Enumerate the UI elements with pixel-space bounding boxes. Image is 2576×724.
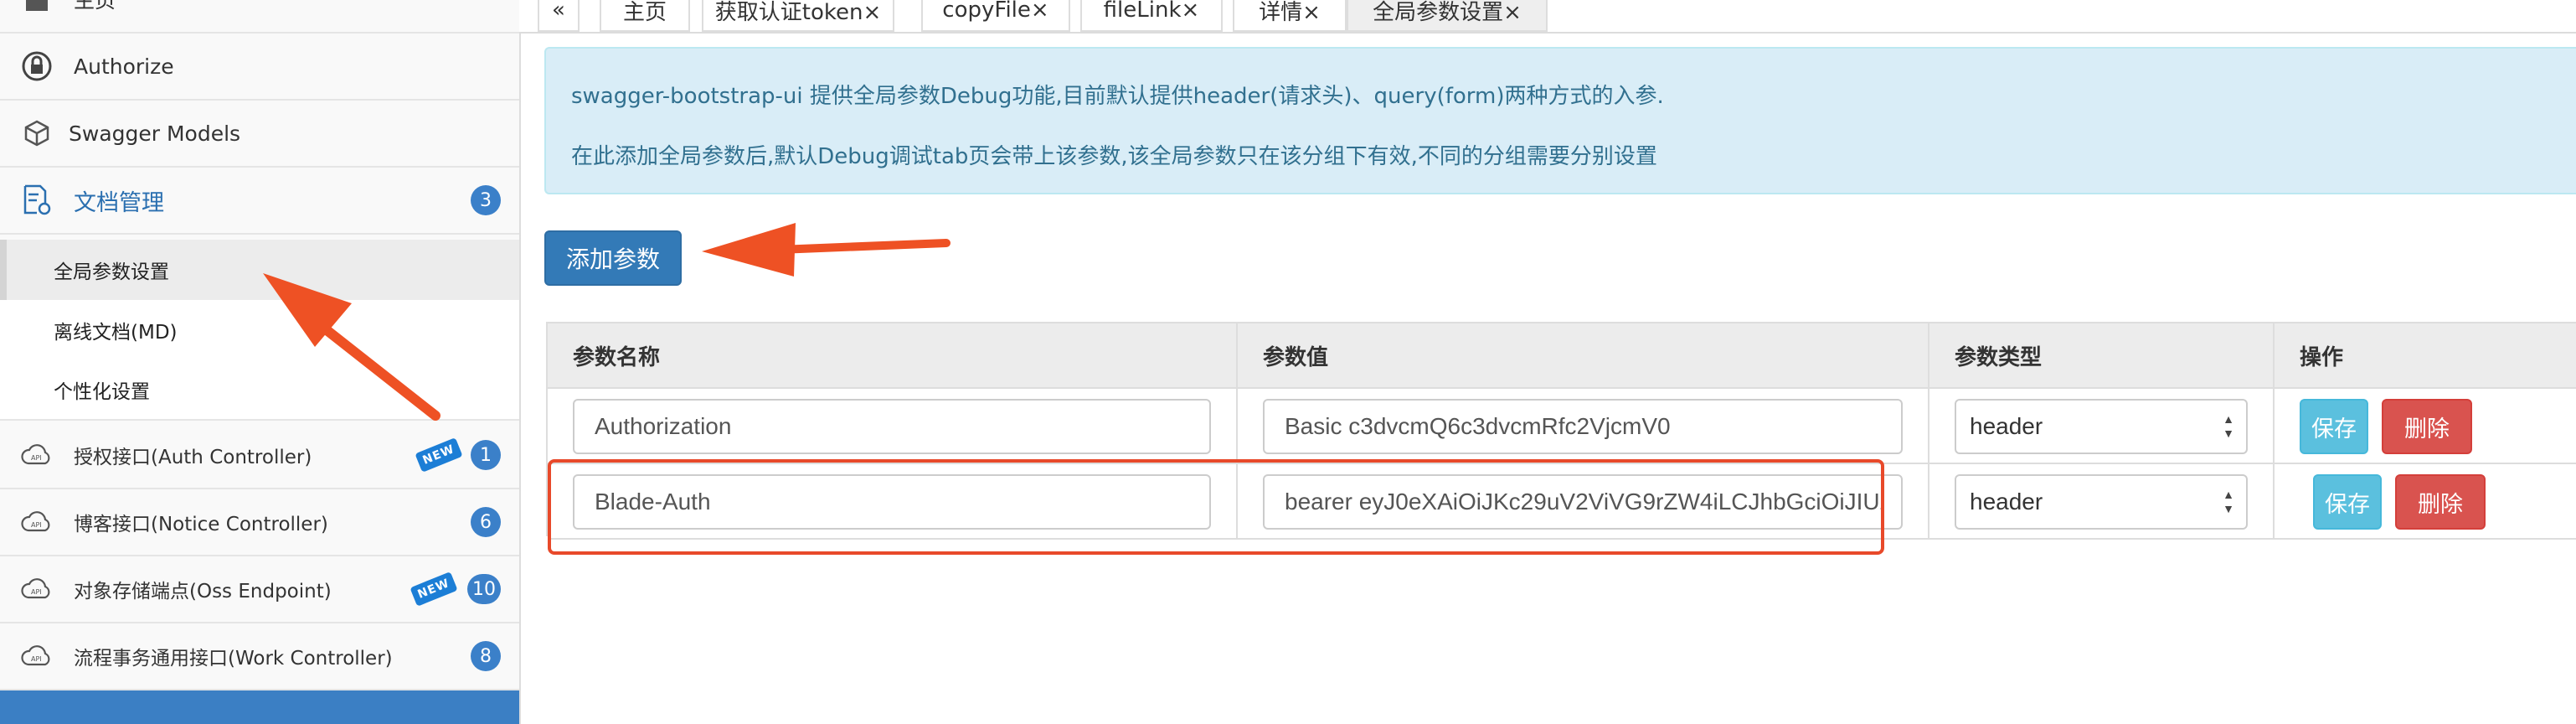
tab-filelink[interactable]: fileLink× <box>1080 0 1223 32</box>
sidebar-item-swagger-models[interactable]: Swagger Models <box>0 101 519 168</box>
sidebar-item-authorize[interactable]: Authorize <box>0 34 519 101</box>
param-type-select[interactable]: header ▲ ▼ <box>1955 399 2248 454</box>
tab-global-params[interactable]: 全局参数设置× <box>1347 0 1548 32</box>
sidebar-sub-label: 离线文档(MD) <box>54 322 178 344</box>
param-value-input[interactable] <box>1263 399 1903 454</box>
table-cell: header ▲ ▼ <box>1929 389 2275 464</box>
table-header-value: 参数值 <box>1238 323 1929 389</box>
sidebar-item-label: Swagger Models <box>69 121 241 146</box>
sidebar-sub-global-params[interactable]: 全局参数设置 <box>0 240 519 300</box>
svg-text:API: API <box>31 521 42 529</box>
count-badge: 10 <box>467 574 501 604</box>
params-table: 参数名称 参数值 参数类型 操作 header ▲▼ 保存 删除 header … <box>546 322 2576 540</box>
cloud-api-icon: API <box>20 505 54 539</box>
info-alert: swagger-bootstrap-ui 提供全局参数Debug功能,目前默认提… <box>544 47 2576 194</box>
tab-get-token[interactable]: 获取认证token× <box>702 0 894 32</box>
param-value-input[interactable] <box>1263 474 1903 530</box>
param-name-input[interactable] <box>573 474 1211 530</box>
table-header-actions: 操作 <box>2275 323 2576 389</box>
sidebar-item-label: 主页 <box>74 0 116 13</box>
home-icon <box>20 0 54 16</box>
lock-icon <box>20 49 54 83</box>
delete-button[interactable]: 删除 <box>2395 474 2486 530</box>
annotation-arrow-button <box>702 223 951 277</box>
count-badge: 1 <box>471 440 501 470</box>
sidebar-item-label: 博客接口(Notice Controller) <box>74 514 328 535</box>
new-tag: NEW <box>410 571 458 607</box>
param-type-select[interactable]: header ▲ ▼ <box>1955 474 2248 530</box>
cloud-api-icon: API <box>20 572 54 606</box>
sidebar-item-home[interactable]: 主页 <box>0 0 519 34</box>
sidebar-item-label: 文档管理 <box>74 189 164 216</box>
svg-text:API: API <box>31 454 42 462</box>
new-tag: NEW <box>415 437 463 473</box>
sidebar-item-label: 对象存储端点(Oss Endpoint) <box>74 581 332 602</box>
sidebar-bottom-bar <box>0 690 519 724</box>
sidebar-sub-label: 个性化设置 <box>54 381 150 403</box>
save-button[interactable]: 保存 <box>2313 474 2382 530</box>
sidebar-item-label: 流程事务通用接口(Work Controller) <box>74 648 393 670</box>
info-line-2: 在此添加全局参数后,默认Debug调试tab页会带上该参数,该全局参数只在该分组… <box>571 144 1657 169</box>
sidebar-item-doc-management[interactable]: 文档管理 3 <box>0 168 519 235</box>
delete-button[interactable]: 删除 <box>2382 399 2472 454</box>
sidebar-item-oss-endpoint[interactable]: API 对象存储端点(Oss Endpoint) NEW 10 <box>0 556 519 623</box>
table-header-name: 参数名称 <box>548 323 1238 389</box>
count-badge: 6 <box>471 507 501 537</box>
save-button[interactable]: 保存 <box>2300 399 2368 454</box>
sidebar-item-label: 授权接口(Auth Controller) <box>74 447 312 468</box>
table-cell <box>1238 389 1929 464</box>
sidebar-sub-personalize[interactable]: 个性化设置 <box>0 360 519 421</box>
sidebar: 主页 Authorize Swagger Models 文档管理 3 全局参数设… <box>0 0 521 724</box>
sidebar-sub-label: 全局参数设置 <box>54 261 169 283</box>
table-row <box>548 464 1238 540</box>
sidebar-item-label: Authorize <box>74 54 174 79</box>
sidebar-sub-offline-doc[interactable]: 离线文档(MD) <box>0 300 519 360</box>
table-cell <box>1238 464 1929 540</box>
tab-collapse-button[interactable]: « <box>538 0 580 32</box>
tab-home[interactable]: 主页 <box>600 0 690 32</box>
table-header-type: 参数类型 <box>1929 323 2275 389</box>
tab-bar: « 主页 获取认证token× copyFile× fileLink× 详情× … <box>519 0 2576 34</box>
svg-text:API: API <box>31 655 42 663</box>
tab-detail[interactable]: 详情× <box>1233 0 1347 32</box>
svg-text:API: API <box>31 588 42 596</box>
select-arrows-icon: ▲ ▼ <box>2223 488 2234 515</box>
select-value: header <box>1970 413 2043 439</box>
document-settings-icon <box>20 184 54 217</box>
table-cell: 保存 删除 <box>2275 389 2576 464</box>
table-row <box>548 389 1238 464</box>
select-arrows-icon: ▲ ▼ <box>2223 412 2234 440</box>
param-name-input[interactable] <box>573 399 1211 454</box>
add-param-button[interactable]: 添加参数 <box>544 230 682 286</box>
cloud-api-icon: API <box>20 438 54 472</box>
count-badge: 3 <box>471 185 501 215</box>
count-badge: 8 <box>471 641 501 671</box>
info-line-1: swagger-bootstrap-ui 提供全局参数Debug功能,目前默认提… <box>571 84 1664 109</box>
sidebar-item-auth-controller[interactable]: API 授权接口(Auth Controller) NEW 1 <box>0 422 519 489</box>
sidebar-item-notice-controller[interactable]: API 博客接口(Notice Controller) 6 <box>0 489 519 556</box>
table-cell: header ▲ ▼ <box>1929 464 2275 540</box>
cloud-api-icon: API <box>20 639 54 673</box>
select-value: header <box>1970 489 2043 515</box>
tab-copyfile[interactable]: copyFile× <box>921 0 1070 32</box>
table-cell: 保存 删除 <box>2275 464 2576 540</box>
sidebar-item-work-controller[interactable]: API 流程事务通用接口(Work Controller) 8 <box>0 623 519 690</box>
cube-icon <box>20 116 54 150</box>
